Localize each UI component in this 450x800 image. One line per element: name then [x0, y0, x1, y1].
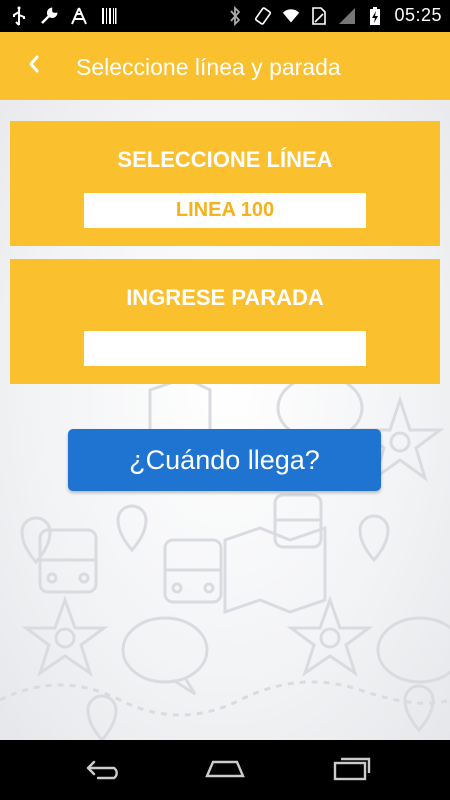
line-select[interactable]: LINEA 100 [84, 193, 366, 228]
recents-nav-icon [329, 755, 373, 786]
stop-card-title: INGRESE PARADA [126, 285, 324, 310]
map-pin-icon [116, 504, 148, 553]
page-title: Seleccione línea y parada [76, 54, 341, 80]
when-arrives-button[interactable]: ¿Cuándo llega? [68, 429, 381, 491]
chevron-left-icon [27, 54, 41, 79]
signal-tower-icon [70, 6, 88, 26]
speech-bubble-icon [121, 616, 209, 696]
battery-charging-icon [366, 6, 384, 26]
main-content: SELECCIONE LÍNEA LINEA 100 INGRESE PARAD… [0, 100, 450, 740]
home-nav-icon [201, 756, 249, 785]
star-parking-icon [21, 595, 109, 677]
map-pin-icon [86, 694, 118, 740]
wrench-icon [40, 6, 58, 26]
usb-icon [10, 6, 28, 26]
back-nav-button[interactable] [75, 754, 125, 786]
home-nav-button[interactable] [200, 754, 250, 786]
line-card: SELECCIONE LÍNEA LINEA 100 [10, 121, 440, 246]
stop-card: INGRESE PARADA [10, 259, 440, 384]
bus-icon [273, 493, 323, 549]
status-time: 05:25 [394, 5, 442, 25]
line-card-title: SELECCIONE LÍNEA [117, 147, 333, 172]
bluetooth-icon [226, 5, 244, 26]
stop-input[interactable] [84, 331, 366, 366]
app-bar: Seleccione línea y parada [0, 32, 450, 100]
star-parking-icon [286, 595, 374, 677]
map-pin-icon [403, 684, 435, 733]
barcode-icon [100, 6, 118, 26]
status-right-icons: 05:25 [226, 5, 442, 26]
recents-nav-button[interactable] [326, 754, 376, 786]
back-nav-icon [78, 756, 122, 785]
speech-bubble-icon [376, 616, 450, 684]
back-button[interactable] [18, 52, 50, 80]
map-pin-icon [358, 514, 390, 563]
wifi-icon [282, 6, 300, 26]
bus-icon [163, 538, 223, 604]
status-bar: 05:25 [0, 0, 450, 32]
map-pin-icon [20, 516, 52, 565]
no-sim-icon [310, 6, 328, 26]
system-nav-bar [0, 740, 450, 800]
status-left-icons [10, 6, 118, 26]
rotate-icon [254, 6, 272, 26]
cell-signal-icon [338, 6, 356, 26]
